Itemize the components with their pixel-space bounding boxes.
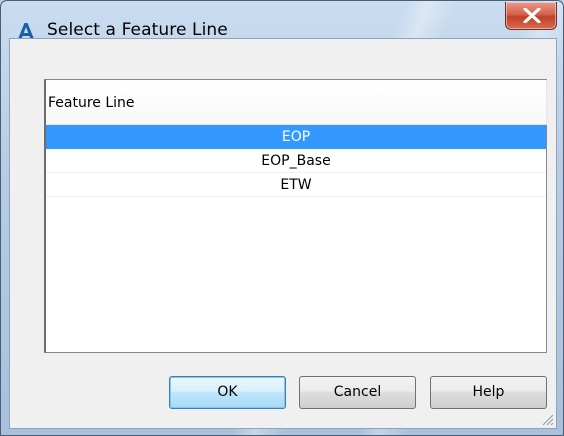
cancel-button[interactable]: Cancel xyxy=(299,376,416,409)
close-icon xyxy=(523,8,541,23)
dialog-client-area: Feature Line EOP EOP_Base ETW OK Cancel … xyxy=(9,38,557,429)
list-item-eop-base[interactable]: EOP_Base xyxy=(46,149,546,173)
list-item-eop[interactable]: EOP xyxy=(46,125,546,149)
list-item-etw[interactable]: ETW xyxy=(46,173,546,197)
help-button[interactable]: Help xyxy=(430,376,547,409)
column-header-label: Feature Line xyxy=(48,95,135,111)
window-title: Select a Feature Line xyxy=(47,20,228,40)
dialog-window: Select a Feature Line Feature Line EOP E… xyxy=(0,0,564,436)
resize-grip-icon[interactable] xyxy=(540,412,554,426)
feature-line-list[interactable]: Feature Line EOP EOP_Base ETW xyxy=(44,79,547,353)
list-rows: EOP EOP_Base ETW xyxy=(46,125,546,197)
close-button[interactable] xyxy=(505,2,557,30)
ok-button[interactable]: OK xyxy=(169,376,286,409)
column-header-feature-line[interactable]: Feature Line xyxy=(46,80,547,125)
header-divider xyxy=(546,80,547,125)
